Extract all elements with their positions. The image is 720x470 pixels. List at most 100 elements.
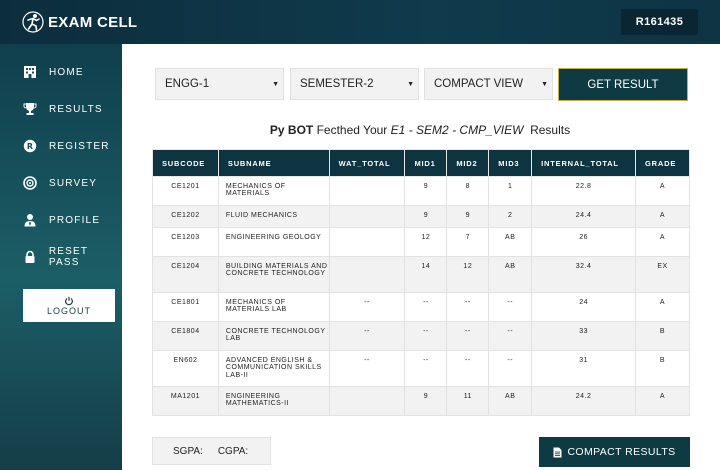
subname-cell: BUILDING MATERIALS AND CONCRETE TECHNOLO… [217, 256, 330, 293]
bot-name: Py BOT [269, 123, 314, 137]
trophy-icon [22, 101, 38, 117]
grade-cell: A [635, 205, 690, 228]
gpa-summary: SGPA: CGPA: [152, 437, 271, 465]
sgpa-label: SGPA: [173, 445, 203, 457]
mid2-cell: 12 [446, 256, 490, 293]
mid1-cell: -- [404, 292, 448, 322]
mid3-cell: -- [488, 292, 533, 322]
logout-button[interactable]: LOGOUT [23, 289, 115, 322]
result-caption: Py BOT Fecthed Your E1 - SEM2 - CMP_VIEW… [152, 123, 688, 137]
column-header-mid1: MID1 [404, 149, 448, 177]
grade-cell: A [635, 176, 690, 206]
mid3-cell: -- [488, 321, 533, 351]
grade-cell: A [635, 292, 690, 322]
caption-view: CMP_VIEW [459, 123, 524, 137]
subname-cell: MECHANICS OF MATERIALS [217, 176, 330, 206]
get-result-button[interactable]: GET RESULT [558, 68, 688, 101]
caption-separator: - [452, 123, 457, 137]
top-bar: EXAM CELL R161435 [0, 0, 720, 44]
table-row: MA1201 ENGINEERING MATHEMATICS-II 9 11 A… [152, 386, 690, 416]
mid2-cell: -- [446, 350, 490, 387]
sidebar-item-label: HOME [49, 66, 84, 78]
mid2-cell: -- [446, 292, 490, 322]
mid3-cell: AB [488, 227, 533, 257]
grade-cell: B [635, 321, 690, 351]
internal-total-cell: 24.2 [531, 386, 637, 416]
brand[interactable]: EXAM CELL [22, 11, 137, 33]
grade-cell: A [635, 386, 690, 416]
caption-text: Results [530, 123, 571, 137]
grade-cell: EX [635, 256, 690, 293]
table-row: CE1201 MECHANICS OF MATERIALS 9 8 1 22.8… [152, 176, 690, 206]
mid3-cell: -- [488, 350, 533, 387]
wat-total-cell [328, 205, 406, 228]
user-id-badge[interactable]: R161435 [621, 9, 698, 35]
sidebar-item-reset-pass[interactable]: RESET PASS [22, 246, 122, 268]
mid1-cell: 9 [404, 205, 448, 228]
app-title: EXAM CELL [48, 13, 138, 31]
registered-icon: R [22, 138, 38, 154]
caption-text: Fecthed Your [316, 123, 388, 137]
column-header-grade: GRADE [635, 149, 690, 177]
subname-cell: MECHANICS OF MATERIALS LAB [217, 292, 330, 322]
internal-total-cell: 24.4 [531, 205, 637, 228]
view-select[interactable]: COMPACT VIEW ▼ [424, 68, 553, 100]
mid1-cell: -- [404, 350, 448, 387]
sidebar-item-profile[interactable]: PROFILE [22, 210, 122, 230]
wat-total-cell [328, 386, 406, 416]
subcode-cell: CE1804 [152, 321, 219, 351]
subname-cell: ADVANCED ENGLISH & COMMUNICATION SKILLS … [217, 350, 330, 387]
table-header-row: SUBCODE SUBNAME WAT_TOTAL MID1 MID2 MID3… [152, 149, 690, 177]
mid3-cell: AB [488, 256, 533, 293]
column-header-mid3: MID3 [488, 149, 533, 177]
subcode-cell: CE1203 [152, 227, 219, 257]
semester-select[interactable]: SEMESTER-2 ▼ [290, 68, 419, 100]
mid3-cell: 2 [488, 205, 533, 228]
table-row: CE1204 BUILDING MATERIALS AND CONCRETE T… [152, 256, 690, 293]
mid1-cell: 9 [404, 386, 448, 416]
mid1-cell: 12 [404, 227, 448, 257]
running-man-logo-icon [22, 11, 44, 33]
caret-down-icon: ▼ [272, 81, 279, 88]
sidebar-item-label: SURVEY [49, 177, 98, 189]
mid3-cell: 1 [488, 176, 533, 206]
sidebar-item-home[interactable]: HOME [22, 62, 122, 82]
year-select[interactable]: ENGG-1 ▼ [155, 68, 284, 100]
internal-total-cell: 31 [531, 350, 637, 387]
column-header-internal-total: INTERNAL_TOTAL [531, 149, 637, 177]
logout-label: LOGOUT [46, 306, 91, 316]
cgpa-label: CGPA: [217, 445, 249, 457]
sidebar-item-results[interactable]: RESULTS [22, 99, 122, 119]
results-table: SUBCODE SUBNAME WAT_TOTAL MID1 MID2 MID3… [152, 149, 690, 416]
wat-total-cell [328, 227, 406, 257]
sidebar-item-register[interactable]: R REGISTER [22, 136, 122, 156]
column-header-wat-total: WAT_TOTAL [328, 149, 406, 177]
compact-results-label: COMPACT RESULTS [567, 446, 676, 458]
document-icon [553, 447, 562, 458]
sidebar: HOME RESULTS R REGISTER SURVEY PROFILE R… [0, 44, 122, 470]
internal-total-cell: 26 [531, 227, 637, 257]
mid2-cell: 8 [446, 176, 490, 206]
internal-total-cell: 24 [531, 292, 637, 322]
column-header-subcode: SUBCODE [152, 149, 219, 177]
subcode-cell: CE1201 [152, 176, 219, 206]
mid2-cell: 7 [446, 227, 490, 257]
table-row: CE1202 FLUID MECHANICS 9 9 2 24.4 A [152, 205, 690, 228]
compact-results-button[interactable]: COMPACT RESULTS [539, 437, 690, 467]
subcode-cell: CE1801 [152, 292, 219, 322]
caption-separator: - [408, 123, 413, 137]
mid1-cell: 9 [404, 176, 448, 206]
sidebar-item-label: PROFILE [49, 214, 101, 226]
semester-select-value: SEMESTER-2 [300, 78, 374, 90]
power-icon [65, 296, 73, 306]
sidebar-item-survey[interactable]: SURVEY [22, 173, 122, 193]
wat-total-cell [328, 256, 406, 293]
subname-cell: ENGINEERING MATHEMATICS-II [217, 386, 330, 416]
mid2-cell: -- [446, 321, 490, 351]
subname-cell: CONCRETE TECHNOLOGY LAB [217, 321, 330, 351]
mid2-cell: 11 [446, 386, 490, 416]
caret-down-icon: ▼ [407, 81, 414, 88]
subname-cell: ENGINEERING GEOLOGY [217, 227, 330, 257]
wat-total-cell: -- [328, 292, 406, 322]
target-icon [22, 175, 38, 191]
